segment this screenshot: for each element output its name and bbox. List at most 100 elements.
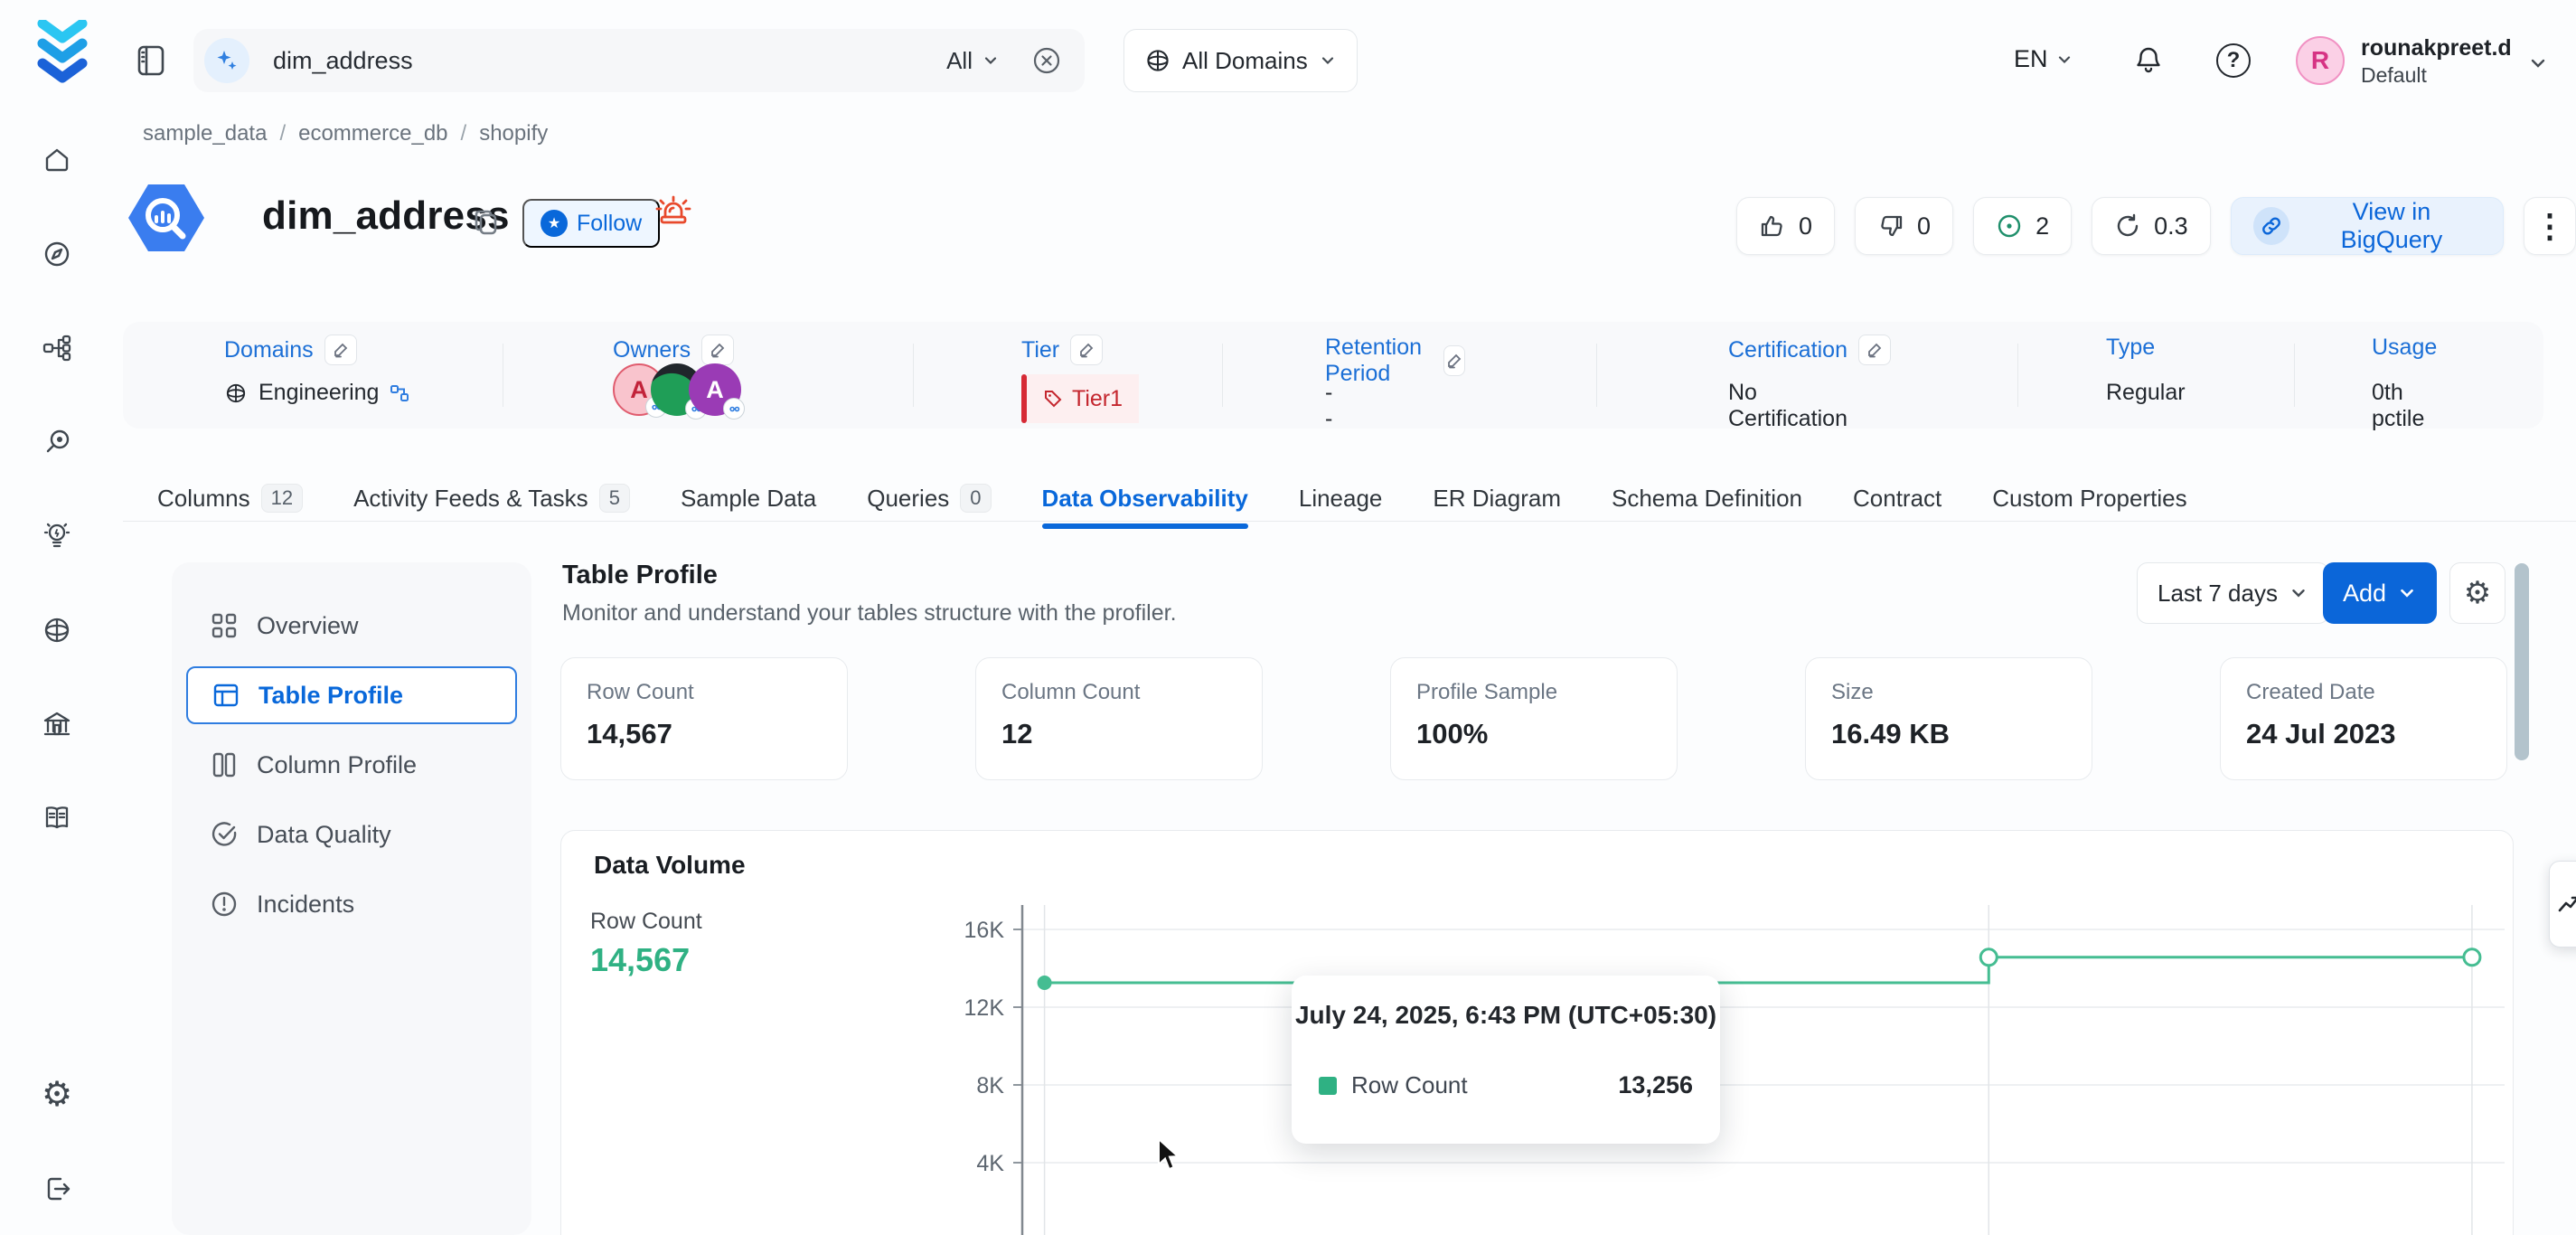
- subnav-data-quality[interactable]: Data Quality: [186, 806, 517, 863]
- copy-name-icon[interactable]: [470, 206, 504, 240]
- table-profile-icon: [212, 681, 240, 710]
- mouse-cursor: [1155, 1137, 1186, 1174]
- glossary-book-icon[interactable]: [41, 802, 73, 834]
- tab-schema-definition[interactable]: Schema Definition: [1612, 485, 1802, 513]
- edit-retention-icon[interactable]: [1443, 345, 1465, 376]
- more-actions-button[interactable]: ⋮: [2524, 197, 2576, 255]
- app-logo[interactable]: [36, 20, 89, 87]
- profiler-settings-button[interactable]: ⚙: [2449, 562, 2505, 624]
- overview-grid-icon: [210, 611, 239, 640]
- summary-card-column-count: Column Count 12: [975, 657, 1263, 780]
- score-button[interactable]: 0.3: [2092, 197, 2211, 255]
- upvote-button[interactable]: 0: [1736, 197, 1835, 255]
- home-icon[interactable]: [41, 144, 73, 176]
- tab-activity-feeds[interactable]: Activity Feeds & Tasks5: [353, 484, 630, 513]
- entity-actions: 0 0 2 0.3 View in BigQuery ⋮: [1736, 197, 2576, 255]
- table-profile-title: Table Profile: [562, 561, 718, 590]
- tab-data-observability[interactable]: Data Observability: [1042, 485, 1248, 513]
- summary-card-size: Size 16.49 KB: [1805, 657, 2092, 780]
- tab-contract[interactable]: Contract: [1853, 485, 1941, 513]
- svg-text:8K: 8K: [976, 1073, 1004, 1098]
- vertical-scrollbar[interactable]: [2515, 563, 2529, 760]
- all-domains-button[interactable]: All Domains: [1123, 29, 1358, 92]
- settings-gear-icon[interactable]: ⚙: [41, 1079, 73, 1111]
- domain-value[interactable]: Engineering: [259, 380, 379, 406]
- summary-card-row-count: Row Count 14,567: [560, 657, 848, 780]
- tab-sample-data[interactable]: Sample Data: [681, 485, 816, 513]
- metadata-bar: Domains Engineering Owners A A: [123, 322, 2543, 429]
- search-scope-dropdown[interactable]: All: [946, 47, 1000, 75]
- bigquery-service-icon: [127, 183, 206, 253]
- chevron-down-icon[interactable]: [2527, 52, 2549, 74]
- downvote-button[interactable]: 0: [1855, 197, 1953, 255]
- notifications-bell-icon[interactable]: [2131, 43, 2166, 78]
- tab-lineage[interactable]: Lineage: [1299, 485, 1383, 513]
- observability-search-icon[interactable]: [41, 426, 73, 458]
- clear-search-icon[interactable]: [1030, 44, 1063, 77]
- domains-globe-icon[interactable]: [41, 614, 73, 646]
- sidebar-toggle-icon[interactable]: [136, 43, 166, 78]
- tab-custom-properties[interactable]: Custom Properties: [1992, 485, 2186, 513]
- insights-bulb-icon[interactable]: [41, 520, 73, 552]
- column-profile-icon: [210, 750, 239, 779]
- subnav-overview[interactable]: Overview: [186, 597, 517, 655]
- domain-globe-icon: [224, 382, 248, 405]
- incident-alert-icon: [210, 890, 239, 919]
- tooltip-series: Row Count: [1351, 1071, 1468, 1099]
- tier-chip[interactable]: Tier1: [1021, 374, 1139, 423]
- view-in-bigquery-button[interactable]: View in BigQuery: [2231, 197, 2504, 255]
- breadcrumb: sample_data / ecommerce_db / shopify: [143, 121, 548, 146]
- edit-certification-icon[interactable]: [1858, 335, 1891, 365]
- svg-text:12K: 12K: [964, 995, 1005, 1021]
- govern-bank-icon[interactable]: [41, 708, 73, 740]
- add-button[interactable]: Add: [2323, 562, 2437, 624]
- time-range-dropdown[interactable]: Last 7 days: [2137, 562, 2329, 624]
- subdomain-link-icon: [390, 383, 409, 403]
- breadcrumb-schema[interactable]: shopify: [479, 121, 548, 146]
- data-volume-title: Data Volume: [594, 851, 746, 880]
- row-count-label: Row Count: [590, 909, 702, 935]
- svg-text:16K: 16K: [964, 918, 1005, 943]
- subnav-incidents[interactable]: Incidents: [186, 875, 517, 933]
- user-menu[interactable]: rounakpreet.d Default: [2361, 34, 2512, 89]
- owner-avatar[interactable]: A: [689, 363, 741, 416]
- search-input[interactable]: dim_address: [273, 47, 946, 75]
- breadcrumb-database[interactable]: ecommerce_db: [298, 121, 447, 146]
- subnav-table-profile[interactable]: Table Profile: [186, 666, 517, 724]
- tab-queries[interactable]: Queries0: [867, 484, 991, 513]
- subnav-column-profile[interactable]: Column Profile: [186, 736, 517, 794]
- breadcrumb-service[interactable]: sample_data: [143, 121, 267, 146]
- owner-avatars[interactable]: A A: [613, 363, 741, 416]
- svg-text:4K: 4K: [976, 1151, 1004, 1176]
- chevron-down-icon: [1319, 52, 1337, 70]
- data-volume-card: Data Volume Row Count 14,567 16K12K8K4K …: [560, 830, 2514, 1235]
- user-avatar[interactable]: R: [2296, 36, 2345, 85]
- alert-siren-icon[interactable]: [653, 190, 694, 231]
- follow-button[interactable]: ★ Follow: [522, 199, 660, 248]
- entity-tabs: Columns12 Activity Feeds & Tasks5 Sample…: [157, 477, 2238, 519]
- tab-columns[interactable]: Columns12: [157, 484, 303, 513]
- chevron-down-icon: [982, 52, 1000, 70]
- check-circle-icon: [210, 820, 239, 849]
- team-badge-icon: [723, 398, 745, 420]
- tooltip-value: 13,256: [1618, 1071, 1693, 1099]
- edit-tier-icon[interactable]: [1070, 335, 1103, 365]
- summary-card-profile-sample: Profile Sample 100%: [1390, 657, 1678, 780]
- user-team: Default: [2361, 61, 2512, 89]
- chevron-down-icon: [2055, 51, 2073, 69]
- explore-compass-icon[interactable]: [41, 238, 73, 270]
- edit-domains-icon[interactable]: [324, 335, 357, 365]
- language-selector[interactable]: EN: [2014, 45, 2073, 73]
- global-search[interactable]: dim_address All: [193, 29, 1085, 92]
- collapsed-side-widget[interactable]: [2549, 861, 2576, 947]
- logout-icon[interactable]: [41, 1173, 73, 1205]
- tab-er-diagram[interactable]: ER Diagram: [1433, 485, 1561, 513]
- lineage-graph-icon[interactable]: [41, 332, 73, 364]
- summary-card-created-date: Created Date 24 Jul 2023: [2220, 657, 2507, 780]
- globe-icon: [1144, 47, 1171, 74]
- row-count-value: 14,567: [590, 941, 690, 979]
- edit-owners-icon[interactable]: [701, 335, 734, 365]
- chevron-down-icon: [2289, 583, 2308, 603]
- open-tasks-button[interactable]: 2: [1973, 197, 2072, 255]
- help-icon[interactable]: ?: [2216, 43, 2251, 78]
